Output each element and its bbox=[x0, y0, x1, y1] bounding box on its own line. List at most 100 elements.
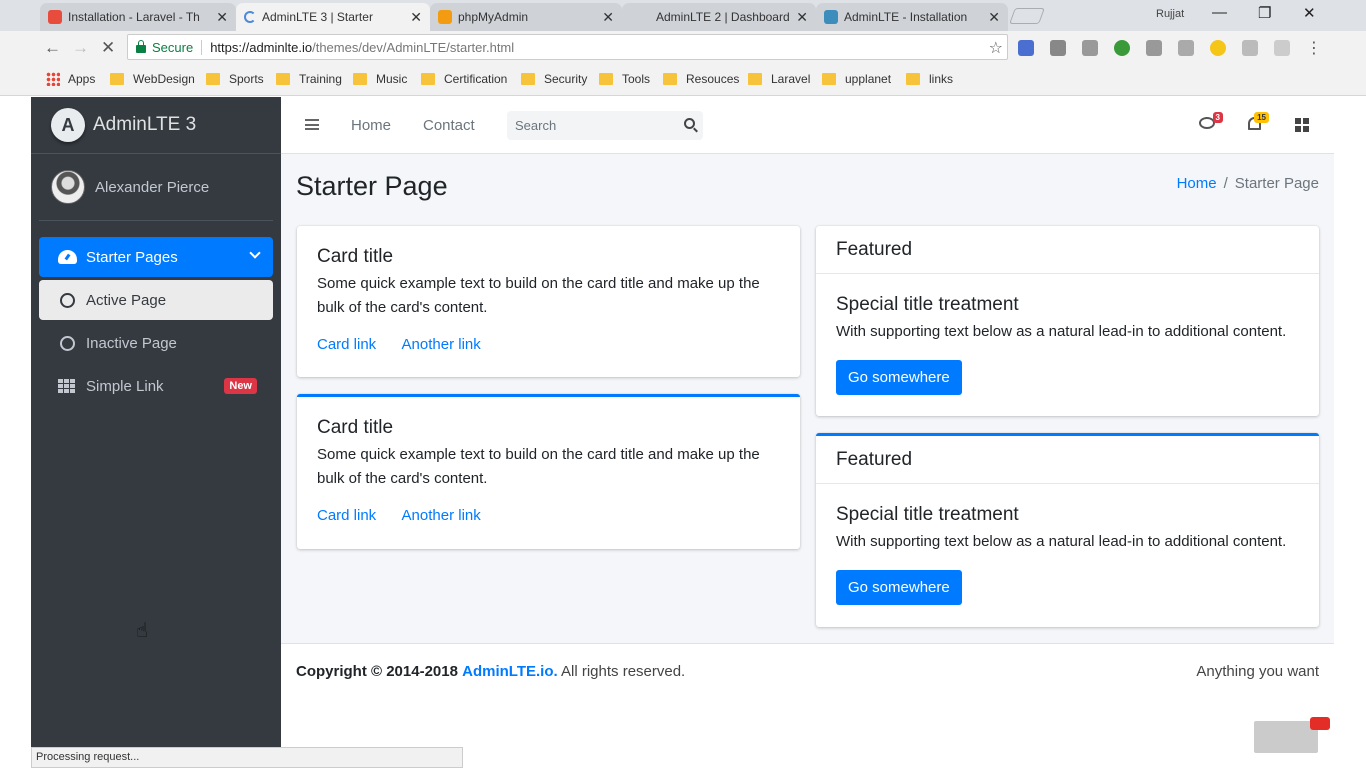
bookmark-folder[interactable]: upplanet bbox=[822, 72, 891, 86]
tab-title: AdminLTE 2 | Dashboard bbox=[656, 10, 790, 24]
extension-icon[interactable] bbox=[1178, 40, 1194, 56]
card-text: Some quick example text to build on the … bbox=[317, 275, 760, 316]
browser-tab[interactable]: AdminLTE 2 | Dashboard ✕ bbox=[622, 3, 816, 31]
forward-arrow-icon[interactable]: → bbox=[72, 38, 89, 58]
extension-icon[interactable] bbox=[1018, 40, 1034, 56]
user-name[interactable]: Alexander Pierce bbox=[95, 179, 209, 196]
adminlte-favicon-icon bbox=[824, 10, 838, 24]
nav-link-contact[interactable]: Contact bbox=[423, 117, 475, 134]
sidebar-item-inactive-page[interactable]: Inactive Page bbox=[39, 323, 273, 363]
card-link[interactable]: Card link bbox=[317, 336, 376, 353]
nav-link-home[interactable]: Home bbox=[351, 117, 391, 134]
search-input[interactable]: Search bbox=[515, 118, 556, 133]
go-somewhere-button[interactable]: Go somewhere bbox=[836, 360, 962, 395]
folder-icon bbox=[421, 73, 435, 85]
bookmark-folder[interactable]: Music bbox=[353, 72, 407, 86]
search-icon[interactable] bbox=[684, 118, 695, 129]
minimize-icon[interactable]: — bbox=[1212, 4, 1227, 21]
video-overlay-controls[interactable] bbox=[1254, 721, 1318, 753]
control-sidebar-grid-icon[interactable] bbox=[1295, 118, 1309, 132]
bookmark-star-icon[interactable]: ☆ bbox=[989, 38, 1003, 58]
pdf-extension-icon[interactable] bbox=[1274, 40, 1290, 56]
back-arrow-icon[interactable]: ← bbox=[44, 38, 61, 58]
close-tab-icon[interactable]: ✕ bbox=[796, 9, 808, 26]
sidebar-item-active-page[interactable]: Active Page bbox=[39, 280, 273, 320]
adminlte-logo-icon: A bbox=[51, 108, 85, 142]
messages-dropdown[interactable]: 3 bbox=[1199, 112, 1223, 129]
folder-icon bbox=[276, 73, 290, 85]
bookmark-label: Certification bbox=[444, 72, 508, 86]
browser-tab[interactable]: AdminLTE - Installation ✕ bbox=[816, 3, 1008, 31]
globe-extension-icon[interactable] bbox=[1114, 40, 1130, 56]
hamburger-menu-icon[interactable] bbox=[305, 119, 319, 130]
go-somewhere-button[interactable]: Go somewhere bbox=[836, 570, 962, 605]
adminlte-link[interactable]: AdminLTE.io. bbox=[462, 663, 558, 680]
stop-loading-icon[interactable]: ✕ bbox=[101, 38, 115, 58]
bookmark-folder[interactable]: Laravel bbox=[748, 72, 810, 86]
close-tab-icon[interactable]: ✕ bbox=[410, 9, 422, 26]
card-text: Some quick example text to build on the … bbox=[317, 446, 760, 487]
laravel-favicon-icon bbox=[48, 10, 62, 24]
close-tab-icon[interactable]: ✕ bbox=[602, 9, 614, 26]
close-window-icon[interactable]: ✕ bbox=[1303, 4, 1316, 22]
folder-icon bbox=[748, 73, 762, 85]
card-link[interactable]: Card link bbox=[317, 507, 376, 524]
extension-icon[interactable] bbox=[1146, 40, 1162, 56]
blank-favicon-icon bbox=[630, 10, 650, 24]
restore-icon[interactable]: ❐ bbox=[1258, 4, 1271, 22]
bookmark-folder[interactable]: WebDesign bbox=[110, 72, 195, 86]
breadcrumb-home-link[interactable]: Home bbox=[1177, 175, 1217, 192]
bookmark-folder[interactable]: Tools bbox=[599, 72, 650, 86]
bookmark-folder[interactable]: links bbox=[906, 72, 953, 86]
bookmark-label: Laravel bbox=[771, 72, 811, 86]
card-primary-outline: Card title Some quick example text to bu… bbox=[297, 394, 800, 549]
another-link[interactable]: Another link bbox=[402, 507, 481, 524]
th-icon bbox=[57, 379, 77, 393]
notifications-badge: 15 bbox=[1254, 112, 1269, 123]
bookmark-label: Tools bbox=[622, 72, 651, 86]
address-bar[interactable]: Secure https://adminlte.io/themes/dev/Ad… bbox=[127, 34, 1008, 60]
extension-icon[interactable] bbox=[1050, 40, 1066, 56]
user-panel[interactable]: Alexander Pierce bbox=[39, 154, 273, 221]
circle-icon bbox=[57, 292, 77, 308]
bookmark-folder[interactable]: Training bbox=[276, 72, 342, 86]
bookmark-folder[interactable]: Sports bbox=[206, 72, 264, 86]
new-tab-button[interactable] bbox=[1009, 8, 1045, 24]
bookmark-apps[interactable]: Apps bbox=[46, 72, 95, 86]
bookmark-folder[interactable]: Security bbox=[521, 72, 587, 86]
brand-text: AdminLTE 3 bbox=[93, 114, 197, 135]
sidebar-item-label: Active Page bbox=[86, 291, 167, 309]
sidebar-item-simple-link[interactable]: Simple Link New bbox=[39, 366, 273, 406]
folder-icon bbox=[110, 73, 124, 85]
brand-link[interactable]: A AdminLTE 3 bbox=[31, 97, 281, 154]
close-tab-icon[interactable]: ✕ bbox=[216, 9, 228, 26]
close-tab-icon[interactable]: ✕ bbox=[988, 9, 1000, 26]
camera-extension-icon[interactable] bbox=[1082, 40, 1098, 56]
sidebar-menu: Starter Pages Active Page Inactive Page … bbox=[31, 221, 281, 406]
extension-icon[interactable] bbox=[1210, 40, 1226, 56]
browser-tab[interactable]: Installation - Laravel - Th ✕ bbox=[40, 3, 236, 31]
folder-icon bbox=[353, 73, 367, 85]
another-link[interactable]: Another link bbox=[402, 336, 481, 353]
bookmark-label: Apps bbox=[68, 72, 96, 86]
browser-tab-active[interactable]: AdminLTE 3 | Starter ✕ bbox=[236, 3, 430, 31]
bookmark-label: Music bbox=[376, 72, 408, 86]
tab-title: phpMyAdmin bbox=[458, 10, 529, 24]
bookmark-folder[interactable]: Certification bbox=[421, 72, 507, 86]
browser-menu-icon[interactable]: ⋮ bbox=[1306, 38, 1322, 58]
navbar-search[interactable]: Search bbox=[507, 111, 703, 140]
browser-tab[interactable]: phpMyAdmin ✕ bbox=[430, 3, 622, 31]
notifications-dropdown[interactable]: 15 bbox=[1248, 112, 1269, 130]
sidebar-item-starter-pages[interactable]: Starter Pages bbox=[39, 237, 273, 277]
phpmyadmin-favicon-icon bbox=[438, 10, 452, 24]
bookmark-label: Resouces bbox=[686, 72, 740, 86]
browser-profile-name[interactable]: Rujjat bbox=[1156, 8, 1184, 20]
extension-icon[interactable] bbox=[1242, 40, 1258, 56]
folder-icon bbox=[906, 73, 920, 85]
copyright-suffix: All rights reserved. bbox=[561, 663, 686, 680]
tab-title: AdminLTE - Installation bbox=[844, 10, 968, 24]
bookmark-folder[interactable]: Resouces bbox=[663, 72, 739, 86]
folder-icon bbox=[663, 73, 677, 85]
folder-icon bbox=[206, 73, 220, 85]
card-header: Featured bbox=[816, 436, 1319, 484]
